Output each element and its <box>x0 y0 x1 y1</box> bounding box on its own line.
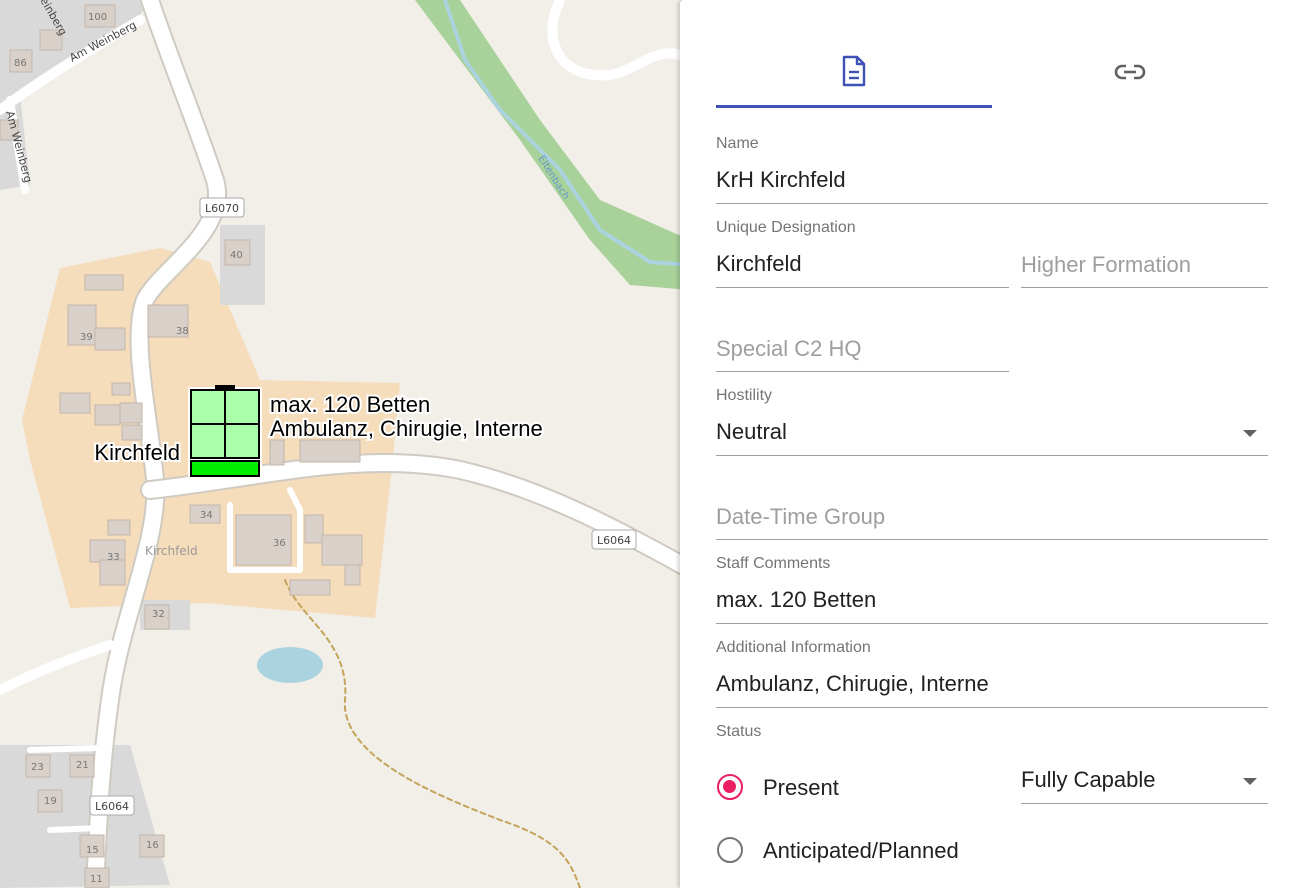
tab-indicator <box>716 105 992 108</box>
field-underline <box>716 287 1009 288</box>
unit-staff-comments-label: max. 120 Betten <box>270 392 430 417</box>
staff-comments-value[interactable]: max. 120 Betten <box>716 587 876 613</box>
unique-designation-label: Unique Designation <box>716 219 856 236</box>
unit-additional-info-label: Ambulanz, Chirugie, Interne <box>270 416 543 441</box>
unique-designation-value[interactable]: Kirchfeld <box>716 251 802 277</box>
additional-information-label: Additional Information <box>716 639 871 656</box>
date-time-group-field[interactable]: Date-Time Group <box>716 469 1268 541</box>
tab-properties[interactable] <box>716 40 992 108</box>
house-number: 100 <box>88 12 107 23</box>
hostility-value[interactable]: Neutral <box>716 419 787 445</box>
pond <box>257 647 323 683</box>
house-number: 21 <box>76 760 89 771</box>
unit-symbol[interactable] <box>188 385 262 479</box>
capability-select[interactable]: Fully Capable <box>1021 755 1268 805</box>
special-c2-hq-placeholder[interactable]: Special C2 HQ <box>716 336 862 362</box>
unique-designation-field[interactable]: Unique Designation Kirchfeld <box>716 217 1009 289</box>
field-underline <box>716 539 1268 540</box>
chevron-down-icon[interactable] <box>1243 430 1257 437</box>
chevron-down-icon[interactable] <box>1243 778 1257 785</box>
special-c2-hq-field[interactable]: Special C2 HQ <box>716 301 1009 373</box>
house-number: 15 <box>86 845 99 856</box>
field-underline <box>716 371 1009 372</box>
tab-links[interactable] <box>992 40 1268 108</box>
higher-formation-field[interactable]: Higher Formation <box>1021 217 1268 289</box>
radio-anticipated-planned-label[interactable]: Anticipated/Planned <box>763 838 959 864</box>
document-icon <box>842 55 866 87</box>
unit-symbol-hq-tab <box>215 385 235 391</box>
field-underline <box>1021 803 1268 804</box>
house-number: 32 <box>152 609 165 620</box>
road-lower[interactable] <box>27 745 103 753</box>
name-field[interactable]: Name KrH Kirchfeld <box>716 133 1268 205</box>
properties-panel: Name KrH Kirchfeld Unique Designation Ki… <box>680 0 1300 888</box>
radio-anticipated-planned[interactable] <box>717 837 743 863</box>
house-number: 34 <box>200 510 213 521</box>
staff-comments-field[interactable]: Staff Comments max. 120 Betten <box>716 553 1268 625</box>
name-value[interactable]: KrH Kirchfeld <box>716 167 846 193</box>
status-label: Status <box>716 723 762 740</box>
house-number: 19 <box>44 796 57 807</box>
road-lower[interactable] <box>47 825 103 833</box>
house-number: 33 <box>107 552 120 563</box>
additional-information-value[interactable]: Ambulanz, Chirugie, Interne <box>716 671 989 697</box>
capability-value[interactable]: Fully Capable <box>1021 767 1156 793</box>
hostility-label: Hostility <box>716 387 773 404</box>
staff-comments-label: Staff Comments <box>716 555 831 572</box>
unit-designation-label: Kirchfeld <box>94 440 180 465</box>
date-time-group-placeholder[interactable]: Date-Time Group <box>716 504 885 530</box>
svg-text:L6064: L6064 <box>597 534 631 547</box>
house-number: 38 <box>176 326 189 337</box>
road-shield-l6070: L6070 <box>199 197 245 218</box>
house-number: 39 <box>80 332 93 343</box>
house-number: 16 <box>146 840 159 851</box>
additional-information-field[interactable]: Additional Information Ambulanz, Chirugi… <box>716 637 1268 709</box>
hostility-select[interactable]: Hostility Neutral <box>716 385 1268 457</box>
field-underline <box>716 455 1268 456</box>
radio-present-label[interactable]: Present <box>763 775 839 801</box>
road-shield-l6064: L6064 <box>89 795 135 816</box>
road-shield-l6064: L6064 <box>591 529 637 550</box>
radio-present-dot <box>723 780 736 793</box>
svg-text:L6070: L6070 <box>205 202 239 215</box>
house-number: 23 <box>31 762 44 773</box>
svg-text:L6064: L6064 <box>95 800 129 813</box>
field-underline <box>1021 287 1268 288</box>
field-underline <box>716 707 1268 708</box>
house-number: 40 <box>230 250 243 261</box>
radio-present[interactable] <box>717 774 743 800</box>
field-underline <box>716 623 1268 624</box>
house-number: 86 <box>14 58 27 69</box>
house-number: 11 <box>90 874 103 885</box>
name-label: Name <box>716 135 759 152</box>
house-number: 36 <box>273 538 286 549</box>
link-icon <box>1114 64 1146 80</box>
place-label: Kirchfeld <box>145 544 198 558</box>
unit-status-bar <box>190 460 260 477</box>
field-underline <box>716 203 1268 204</box>
higher-formation-placeholder[interactable]: Higher Formation <box>1021 252 1191 278</box>
